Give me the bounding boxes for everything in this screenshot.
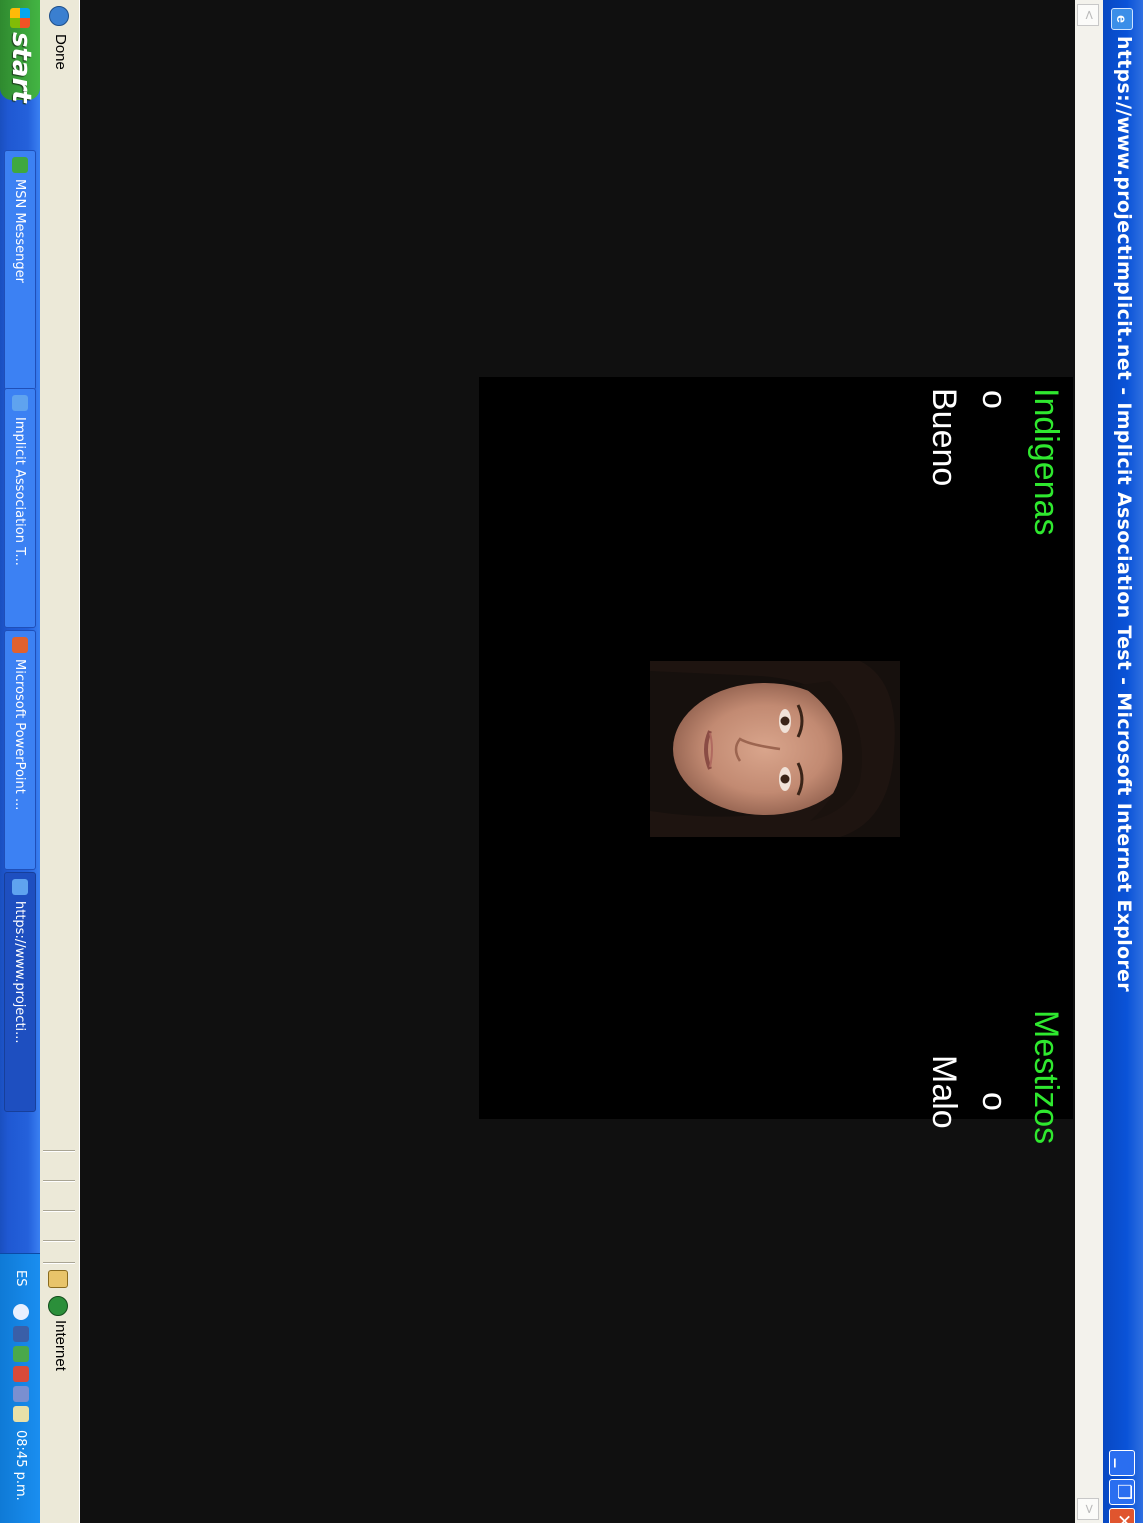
status-divider xyxy=(43,1262,75,1263)
taskbar-item-powerpoint[interactable]: Microsoft PowerPoint ... xyxy=(4,630,36,870)
left-attribute-label: Bueno xyxy=(925,388,963,487)
system-tray: ES 08:45 p.m. xyxy=(0,1253,40,1523)
network-icon[interactable] xyxy=(13,1326,29,1342)
security-zone-label: Internet xyxy=(52,1320,69,1371)
ie-icon xyxy=(12,879,28,895)
page-content: Indigenas Mestizos o o Bueno Malo xyxy=(80,0,1075,1523)
scroll-left-arrow-icon[interactable]: < xyxy=(1077,4,1099,26)
taskbar-item-label: https://www.projecti... xyxy=(12,901,27,1044)
right-separator: o xyxy=(975,1092,1013,1111)
window-title: https://www.projectimplicit.net - Implic… xyxy=(1113,36,1135,992)
left-separator: o xyxy=(975,390,1013,409)
mail-icon[interactable] xyxy=(13,1386,29,1402)
status-divider xyxy=(43,1240,75,1241)
status-bar: Done Internet xyxy=(40,0,80,1523)
scroll-right-arrow-icon[interactable]: > xyxy=(1077,1498,1099,1520)
windows-logo-icon xyxy=(10,8,30,28)
volume-icon[interactable] xyxy=(13,1406,29,1422)
language-indicator[interactable]: ES xyxy=(13,1270,28,1286)
taskbar-item-label: Microsoft PowerPoint ... xyxy=(12,659,27,811)
taskbar-item-label: Implicit Association T... xyxy=(12,417,27,566)
desktop-screen: e https://www.projectimplicit.net - Impl… xyxy=(0,0,1143,1523)
stimulus-face-image xyxy=(650,661,900,837)
ie-icon xyxy=(12,395,28,411)
status-divider xyxy=(43,1150,75,1151)
taskbar-item-browser[interactable]: https://www.projecti... xyxy=(4,872,36,1112)
status-text: Done xyxy=(52,34,69,70)
internet-zone-icon xyxy=(48,1296,68,1316)
left-category-label: Indigenas xyxy=(1027,388,1065,536)
clock[interactable]: 08:45 p.m. xyxy=(13,1430,28,1501)
horizontal-scrollbar[interactable]: < > xyxy=(1074,0,1103,1523)
lock-icon[interactable] xyxy=(48,1270,68,1288)
shield-icon[interactable] xyxy=(13,1366,29,1382)
taskbar-item-iat[interactable]: Implicit Association T... xyxy=(4,388,36,628)
msn-icon xyxy=(12,157,28,173)
title-bar[interactable]: e https://www.projectimplicit.net - Impl… xyxy=(1103,0,1143,1523)
face-photo xyxy=(650,661,900,837)
ie-icon[interactable]: e xyxy=(1111,8,1133,30)
start-label: start xyxy=(6,32,36,103)
right-attribute-label: Malo xyxy=(925,1055,963,1129)
start-button[interactable]: start xyxy=(0,0,40,103)
taskbar-item-label: MSN Messenger xyxy=(12,179,27,283)
close-button[interactable]: ✕ xyxy=(1109,1508,1135,1523)
status-divider xyxy=(43,1210,75,1211)
status-divider xyxy=(43,1180,75,1181)
right-category-label: Mestizos xyxy=(1027,1010,1065,1145)
taskbar: start MSN Messenger Implicit Association… xyxy=(0,0,40,1523)
powerpoint-icon xyxy=(12,637,28,653)
taskbar-item-msn-messenger[interactable]: MSN Messenger xyxy=(4,150,36,390)
chevron-left-icon[interactable] xyxy=(13,1304,29,1320)
restore-button[interactable]: ❐ xyxy=(1109,1479,1135,1505)
minimize-button[interactable]: _ xyxy=(1109,1450,1135,1476)
page-status-icon xyxy=(49,6,69,26)
msn-tray-icon[interactable] xyxy=(13,1346,29,1362)
